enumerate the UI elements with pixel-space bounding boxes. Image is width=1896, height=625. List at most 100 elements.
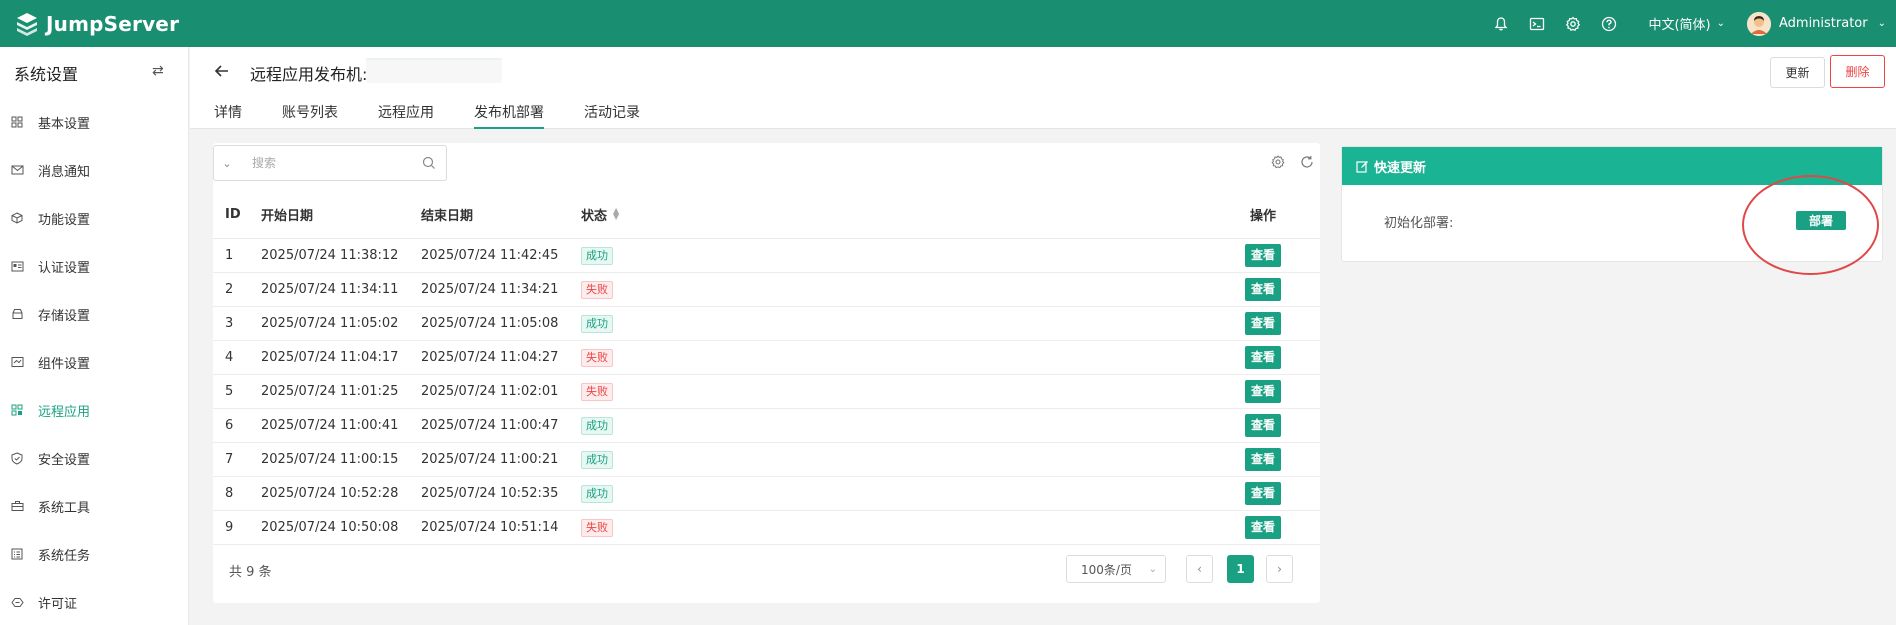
app-name: JumpServer: [46, 11, 180, 36]
refresh-icon[interactable]: [1300, 155, 1314, 169]
top-header: JumpServer 中文(简体) ⌄ Administrator ⌄: [0, 0, 1896, 47]
quick-update-card: 快速更新 初始化部署: 部署: [1341, 146, 1883, 262]
shield-icon: [10, 451, 24, 465]
cell-start: 2025/07/24 11:05:02: [261, 316, 399, 331]
back-arrow-icon[interactable]: [214, 63, 230, 79]
view-button[interactable]: 查看: [1245, 312, 1281, 335]
sidebar-item-label: 消息通知: [38, 164, 91, 180]
sidebar-item-label: 存储设置: [38, 308, 91, 324]
view-button[interactable]: 查看: [1245, 516, 1281, 539]
jumpserver-logo-icon: [17, 12, 37, 36]
quick-update-title: 快速更新: [1374, 160, 1427, 176]
search-input[interactable]: [252, 156, 422, 170]
cell-end: 2025/07/24 11:00:21: [421, 452, 559, 467]
chevron-down-icon: ⌄: [1148, 563, 1157, 575]
cell-end: 2025/07/24 11:04:27: [421, 350, 559, 365]
view-button[interactable]: 查看: [1245, 244, 1281, 267]
view-button[interactable]: 查看: [1245, 278, 1281, 301]
logo[interactable]: JumpServer: [14, 11, 179, 37]
sidebar-item-tasks[interactable]: 系统任务: [0, 530, 189, 578]
tab-deployment[interactable]: 发布机部署: [474, 102, 544, 129]
sort-icon[interactable]: ▲ ▼: [613, 207, 619, 221]
sidebar-item-basic[interactable]: 基本设置: [0, 98, 189, 146]
terminal-icon[interactable]: [1528, 15, 1546, 33]
prev-page-button[interactable]: ‹: [1186, 555, 1213, 583]
deploy-button[interactable]: 部署: [1796, 211, 1846, 230]
col-status[interactable]: 状态 ▲ ▼: [581, 205, 1213, 224]
cell-end: 2025/07/24 11:05:08: [421, 316, 559, 331]
delete-button[interactable]: 删除: [1830, 55, 1885, 88]
sidebar-item-label: 安全设置: [38, 452, 91, 468]
table-row: 9 2025/07/24 10:50:08 2025/07/24 10:51:1…: [213, 511, 1320, 545]
cell-start: 2025/07/24 10:50:08: [261, 520, 399, 535]
cell-end: 2025/07/24 11:34:21: [421, 282, 559, 297]
cell-start: 2025/07/24 11:01:25: [261, 384, 399, 399]
cell-start: 2025/07/24 11:04:17: [261, 350, 399, 365]
table-row: 8 2025/07/24 10:52:28 2025/07/24 10:52:3…: [213, 477, 1320, 511]
sidebar-item-label: 基本设置: [38, 116, 91, 132]
tab-bar: 详情 账号列表 远程应用 发布机部署 活动记录: [214, 102, 680, 129]
tab-detail[interactable]: 详情: [214, 102, 242, 129]
user-menu[interactable]: Administrator ⌄: [1746, 11, 1886, 36]
chevron-down-icon[interactable]: ⌄: [214, 157, 240, 170]
table-row: 2 2025/07/24 11:34:11 2025/07/24 11:34:2…: [213, 273, 1320, 307]
cell-start: 2025/07/24 11:38:12: [261, 248, 399, 263]
cell-id: 8: [225, 486, 234, 501]
tab-activity[interactable]: 活动记录: [584, 102, 640, 129]
sidebar-item-notify[interactable]: 消息通知: [0, 146, 189, 194]
page-size-select[interactable]: 100条/页 ⌄: [1066, 555, 1166, 583]
sidebar-item-storage[interactable]: 存储设置: [0, 290, 189, 338]
quick-update-header: 快速更新: [1342, 147, 1882, 185]
sidebar-item-license[interactable]: 许可证: [0, 578, 189, 625]
col-start-date: 开始日期: [261, 208, 314, 224]
language-selector[interactable]: 中文(简体) ⌄: [1648, 14, 1725, 33]
license-icon: [10, 595, 24, 609]
sidebar-item-tools[interactable]: 系统工具: [0, 482, 189, 530]
deployment-table-card: ⌄ ID 开始日期 结束日期 状态 ▲▼ 操作 1 2025/07/24 11:…: [213, 143, 1320, 603]
edit-icon: [1356, 160, 1368, 173]
switch-icon[interactable]: ⇄: [152, 63, 164, 79]
component-icon: [10, 355, 24, 369]
status-badge: 成功: [581, 484, 613, 503]
gear-icon[interactable]: [1564, 15, 1582, 33]
tab-remote-apps[interactable]: 远程应用: [378, 102, 434, 129]
view-button[interactable]: 查看: [1245, 448, 1281, 471]
mail-icon: [10, 163, 24, 177]
cube-icon: [10, 211, 24, 225]
next-page-button[interactable]: ›: [1266, 555, 1293, 583]
sidebar-item-label: 系统工具: [38, 500, 91, 516]
cell-id: 7: [225, 452, 234, 467]
sidebar-item-auth[interactable]: 认证设置: [0, 242, 189, 290]
page-number-current[interactable]: 1: [1227, 555, 1254, 583]
search-box[interactable]: ⌄: [213, 145, 447, 181]
table-row: 5 2025/07/24 11:01:25 2025/07/24 11:02:0…: [213, 375, 1320, 409]
sidebar-item-label: 远程应用: [38, 404, 91, 420]
search-icon[interactable]: [422, 156, 436, 170]
update-button[interactable]: 更新: [1770, 57, 1825, 88]
avatar: [1746, 11, 1771, 36]
bell-icon[interactable]: [1492, 15, 1510, 33]
view-button[interactable]: 查看: [1245, 414, 1281, 437]
status-badge: 失败: [581, 518, 613, 537]
status-badge: 成功: [581, 246, 613, 265]
sidebar-title: 系统设置: [14, 65, 79, 84]
table-settings-icon[interactable]: [1271, 155, 1285, 169]
storage-icon: [10, 307, 24, 321]
language-label: 中文(简体): [1648, 18, 1711, 33]
view-button[interactable]: 查看: [1245, 482, 1281, 505]
sidebar-item-component[interactable]: 组件设置: [0, 338, 189, 386]
total-count: 共 9 条: [229, 565, 272, 580]
page-size-value: 100条/页: [1081, 562, 1132, 577]
tab-accounts[interactable]: 账号列表: [282, 102, 338, 129]
sidebar-item-security[interactable]: 安全设置: [0, 434, 189, 482]
help-icon[interactable]: [1600, 15, 1618, 33]
sidebar-item-label: 许可证: [38, 596, 78, 612]
sidebar-item-feature[interactable]: 功能设置: [0, 194, 189, 242]
col-status-label: 状态: [581, 208, 608, 224]
view-button[interactable]: 查看: [1245, 380, 1281, 403]
task-icon: [10, 547, 24, 561]
view-button[interactable]: 查看: [1245, 346, 1281, 369]
cell-start: 2025/07/24 11:00:41: [261, 418, 399, 433]
sidebar-item-remote-apps[interactable]: 远程应用: [0, 386, 189, 434]
status-badge: 失败: [581, 280, 613, 299]
